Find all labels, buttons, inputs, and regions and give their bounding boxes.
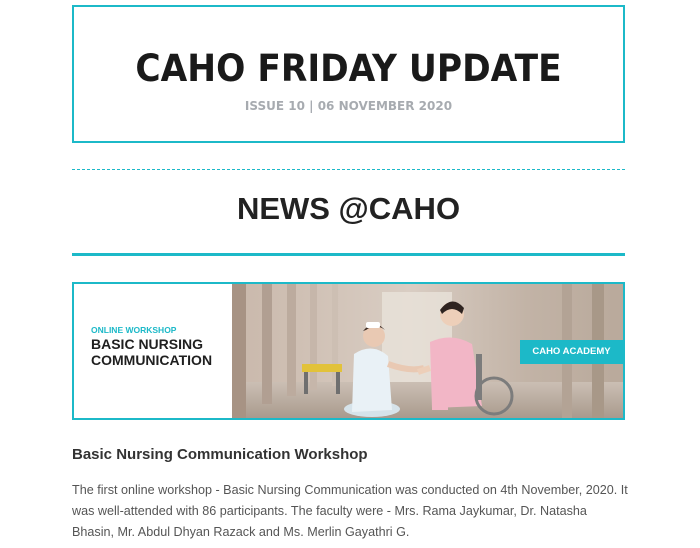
article-body: The first online workshop - Basic Nursin… [72, 483, 628, 539]
workshop-banner[interactable]: ONLINE WORKSHOP BASIC NURSING COMMUNICAT… [72, 282, 625, 420]
newsletter-header: CAHO FRIDAY UPDATE ISSUE 10 | 06 NOVEMBE… [72, 5, 625, 143]
newsletter-title: CAHO FRIDAY UPDATE [135, 47, 562, 90]
section-heading: NEWS @CAHO [236, 191, 461, 226]
article-title: Basic Nursing Communication Workshop [72, 446, 368, 463]
banner-title-line-1: BASIC NURSING [91, 336, 204, 352]
dotted-divider [72, 169, 625, 170]
banner-tag: ONLINE WORKSHOP [91, 325, 177, 335]
banner-title: BASIC NURSING COMMUNICATION [91, 336, 231, 368]
banner-title-line-2: COMMUNICATION [91, 352, 213, 368]
issue-date: ISSUE 10 | 06 NOVEMBER 2020 [244, 99, 453, 113]
caho-academy-badge: CAHO ACADEMY [520, 340, 623, 364]
banner-text-panel: ONLINE WORKSHOP BASIC NURSING COMMUNICAT… [74, 284, 232, 418]
section-divider [72, 253, 625, 256]
